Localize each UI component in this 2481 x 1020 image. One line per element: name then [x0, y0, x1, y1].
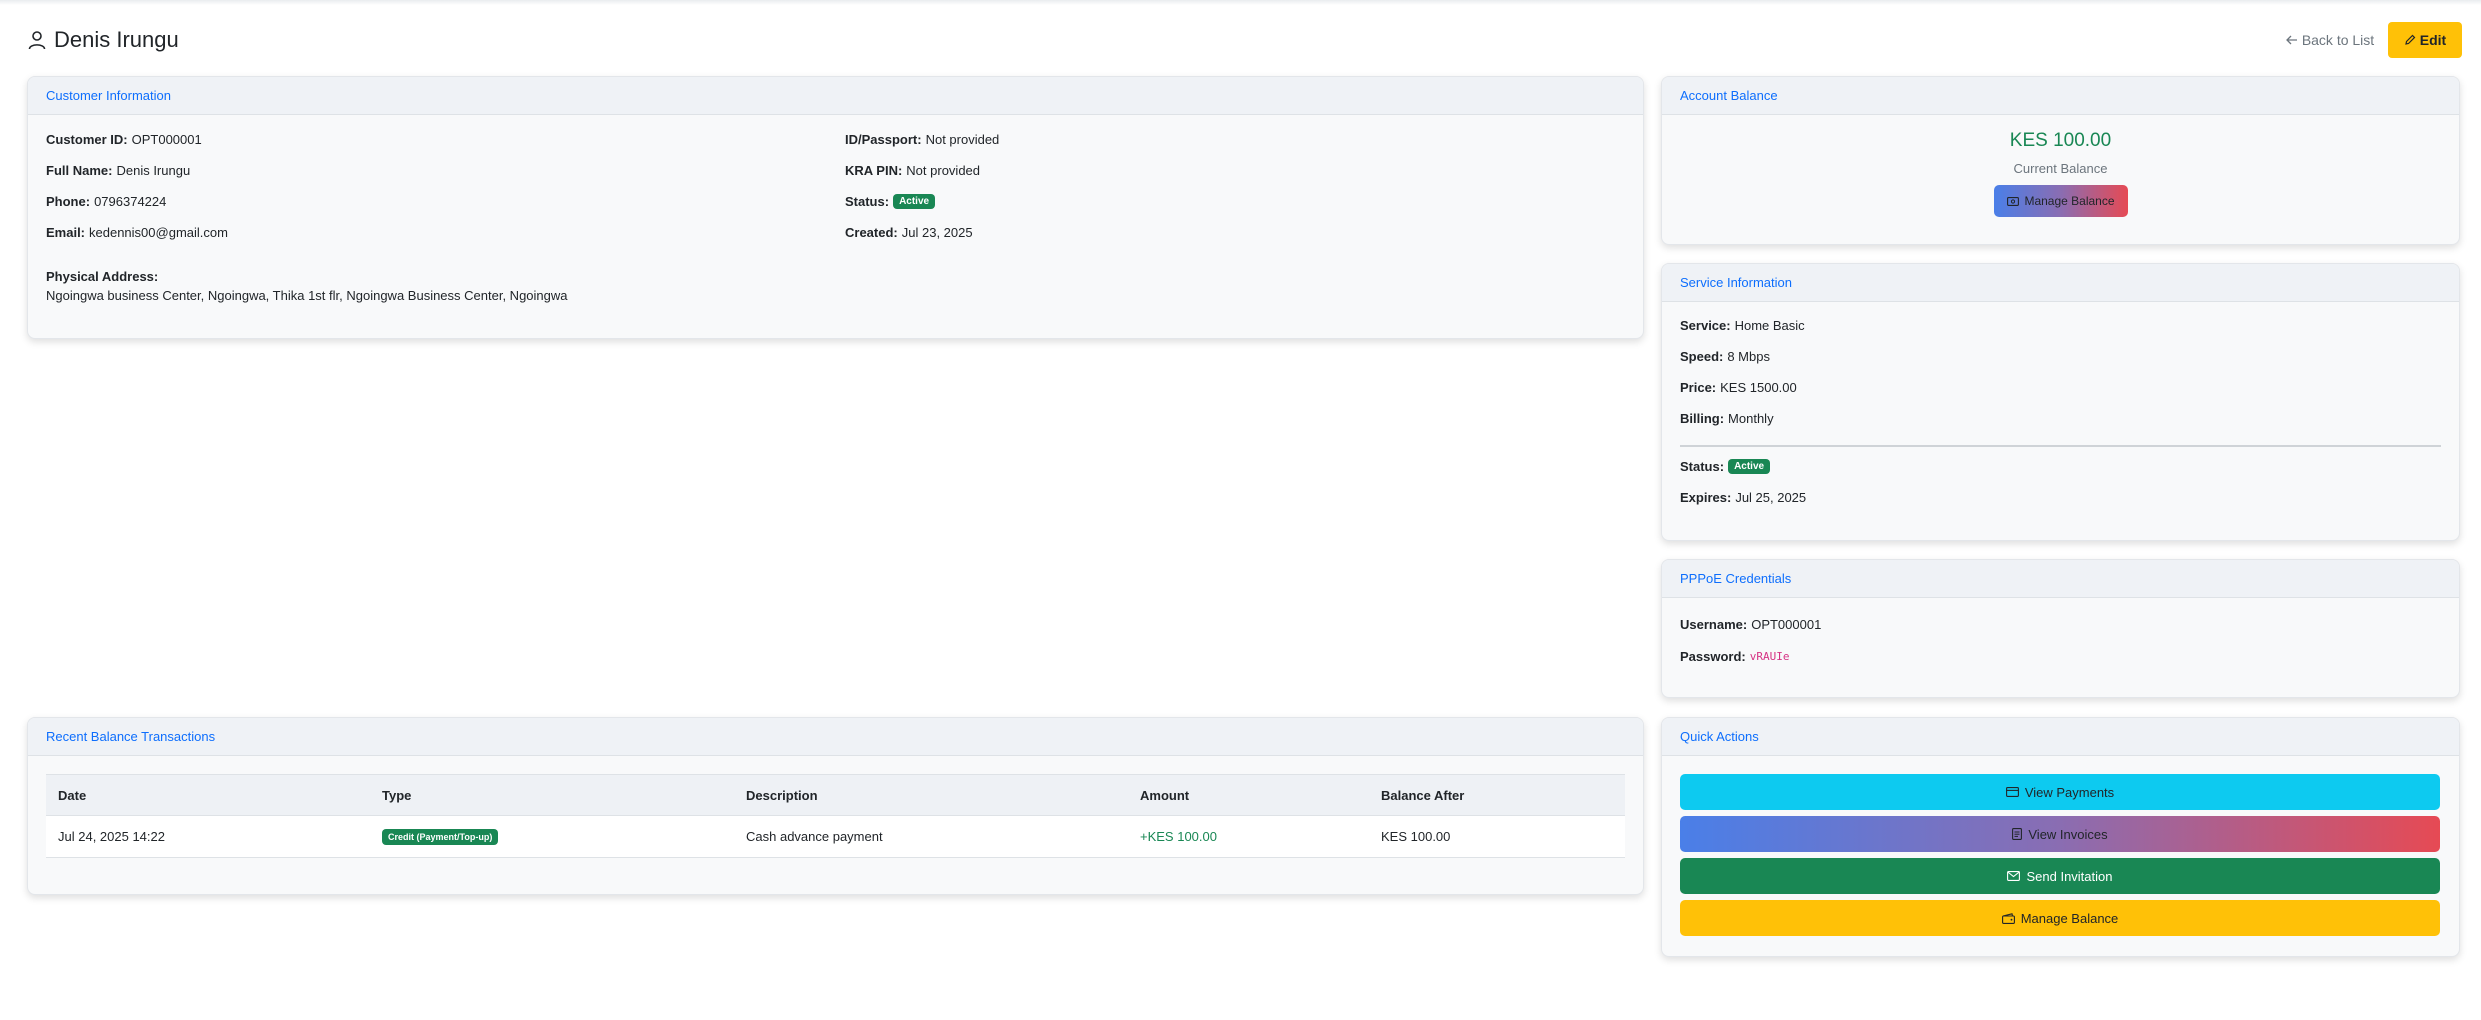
person-icon: [28, 30, 46, 50]
edit-button[interactable]: Edit: [2388, 22, 2462, 58]
phone-field: Phone: 0796374224: [46, 194, 167, 209]
billing-field: Billing: Monthly: [1680, 411, 1774, 426]
quick-manage-balance-button[interactable]: Manage Balance: [1680, 900, 2440, 936]
file-text-icon: [2012, 828, 2023, 840]
cash-icon: [2007, 196, 2020, 206]
column-header-date: Date: [58, 787, 87, 803]
view-payments-label: View Payments: [2024, 784, 2115, 800]
pencil-icon: [2404, 34, 2416, 46]
pppoe-password-field: Password: vRAUIe: [1680, 649, 1790, 664]
envelope-icon: [2007, 871, 2021, 881]
column-header-type: Type: [382, 787, 412, 803]
manage-balance-label: Manage Balance: [2024, 194, 2115, 208]
kra-pin-field: KRA PIN: Not provided: [845, 163, 981, 178]
edit-label: Edit: [2419, 32, 2447, 48]
current-balance-label: Current Balance: [2013, 161, 2108, 176]
service-status-badge: Active: [1728, 459, 1771, 474]
transaction-balance-after: KES 100.00: [1381, 829, 1451, 844]
recent-transactions-header: Recent Balance Transactions: [28, 718, 1643, 756]
column-header-amount: Amount: [1140, 787, 1190, 803]
pppoe-credentials-header: PPPoE Credentials: [1662, 560, 2459, 598]
balance-amount: KES 100.00: [2009, 130, 2112, 151]
recent-transactions-card: Recent Balance Transactions Date Type De…: [27, 717, 1644, 895]
service-divider: [1680, 445, 2441, 447]
quick-actions-header: Quick Actions: [1662, 718, 2459, 756]
customer-information-card: Customer Information Customer ID: OPT0000…: [27, 76, 1644, 339]
account-balance-card: Account Balance KES 100.00 Current Balan…: [1661, 76, 2460, 245]
account-balance-header: Account Balance: [1662, 77, 2459, 115]
arrow-left-icon: [2285, 35, 2298, 45]
credit-card-icon: [2005, 787, 2019, 797]
price-field: Price: KES 1500.00: [1680, 380, 1797, 395]
customer-name-title: Denis Irungu: [54, 27, 179, 52]
table-row: Jul 24, 2025 14:22 Credit (Payment/Top-u…: [46, 816, 1625, 858]
account-balance-title: Account Balance: [1680, 88, 1778, 103]
page-title: Denis Irungu: [28, 24, 179, 56]
service-information-title: Service Information: [1680, 275, 1792, 290]
service-information-header: Service Information: [1662, 264, 2459, 302]
back-to-list-link[interactable]: Back to List: [2280, 22, 2380, 58]
created-field: Created: Jul 23, 2025: [845, 225, 973, 240]
pppoe-credentials-title: PPPoE Credentials: [1680, 571, 1792, 586]
customer-information-title: Customer Information: [46, 88, 171, 103]
status-badge: Active: [893, 194, 936, 209]
transaction-amount: +KES 100.00: [1140, 829, 1217, 844]
physical-address-label: Physical Address:: [46, 269, 159, 284]
wallet-icon: [2001, 912, 2015, 924]
quick-actions-card: Quick Actions View Payments View Invoice…: [1661, 717, 2460, 957]
email-field: Email: kedennis00@gmail.com: [46, 225, 228, 240]
service-information-card: Service Information Service: Home Basic S…: [1661, 263, 2460, 541]
customer-id-field: Customer ID: OPT000001: [46, 132, 202, 147]
credit-type-badge: Credit (Payment/Top-up): [382, 828, 499, 845]
transaction-description: Cash advance payment: [746, 829, 883, 844]
service-status-field: Status: Active: [1680, 459, 1771, 474]
service-field: Service: Home Basic: [1680, 318, 1805, 333]
send-invitation-button[interactable]: Send Invitation: [1680, 858, 2440, 894]
top-shadow: [0, 0, 2481, 5]
customer-information-header: Customer Information: [28, 77, 1643, 115]
view-invoices-label: View Invoices: [2028, 826, 2108, 842]
id-passport-field: ID/Passport: Not provided: [845, 132, 1000, 147]
transaction-type: Credit (Payment/Top-up): [382, 816, 499, 857]
expires-field: Expires: Jul 25, 2025: [1680, 490, 1807, 505]
pppoe-credentials-card: PPPoE Credentials Username: OPT000001 Pas…: [1661, 559, 2460, 698]
column-header-description: Description: [746, 787, 818, 803]
transaction-date: Jul 24, 2025 14:22: [58, 829, 165, 844]
status-field: Status: Active: [845, 194, 936, 209]
quick-actions-title: Quick Actions: [1680, 729, 1759, 744]
quick-manage-balance-label: Manage Balance: [2020, 910, 2119, 926]
recent-transactions-title: Recent Balance Transactions: [46, 729, 216, 744]
pppoe-username-field: Username: OPT000001: [1680, 617, 1822, 632]
physical-address-value: Ngoingwa business Center, Ngoingwa, Thik…: [46, 288, 568, 303]
column-header-balance-after: Balance After: [1381, 787, 1465, 803]
view-invoices-button[interactable]: View Invoices: [1680, 816, 2440, 852]
manage-balance-button[interactable]: Manage Balance: [1994, 185, 2128, 217]
pppoe-password-value: vRAUIe: [1749, 650, 1790, 663]
speed-field: Speed: 8 Mbps: [1680, 349, 1770, 364]
view-payments-button[interactable]: View Payments: [1680, 774, 2440, 810]
full-name-field: Full Name: Denis Irungu: [46, 163, 191, 178]
back-to-list-label: Back to List: [2301, 32, 2375, 48]
transactions-table-header: Date Type Description Amount Balance Aft…: [46, 774, 1625, 816]
send-invitation-label: Send Invitation: [2026, 868, 2113, 884]
